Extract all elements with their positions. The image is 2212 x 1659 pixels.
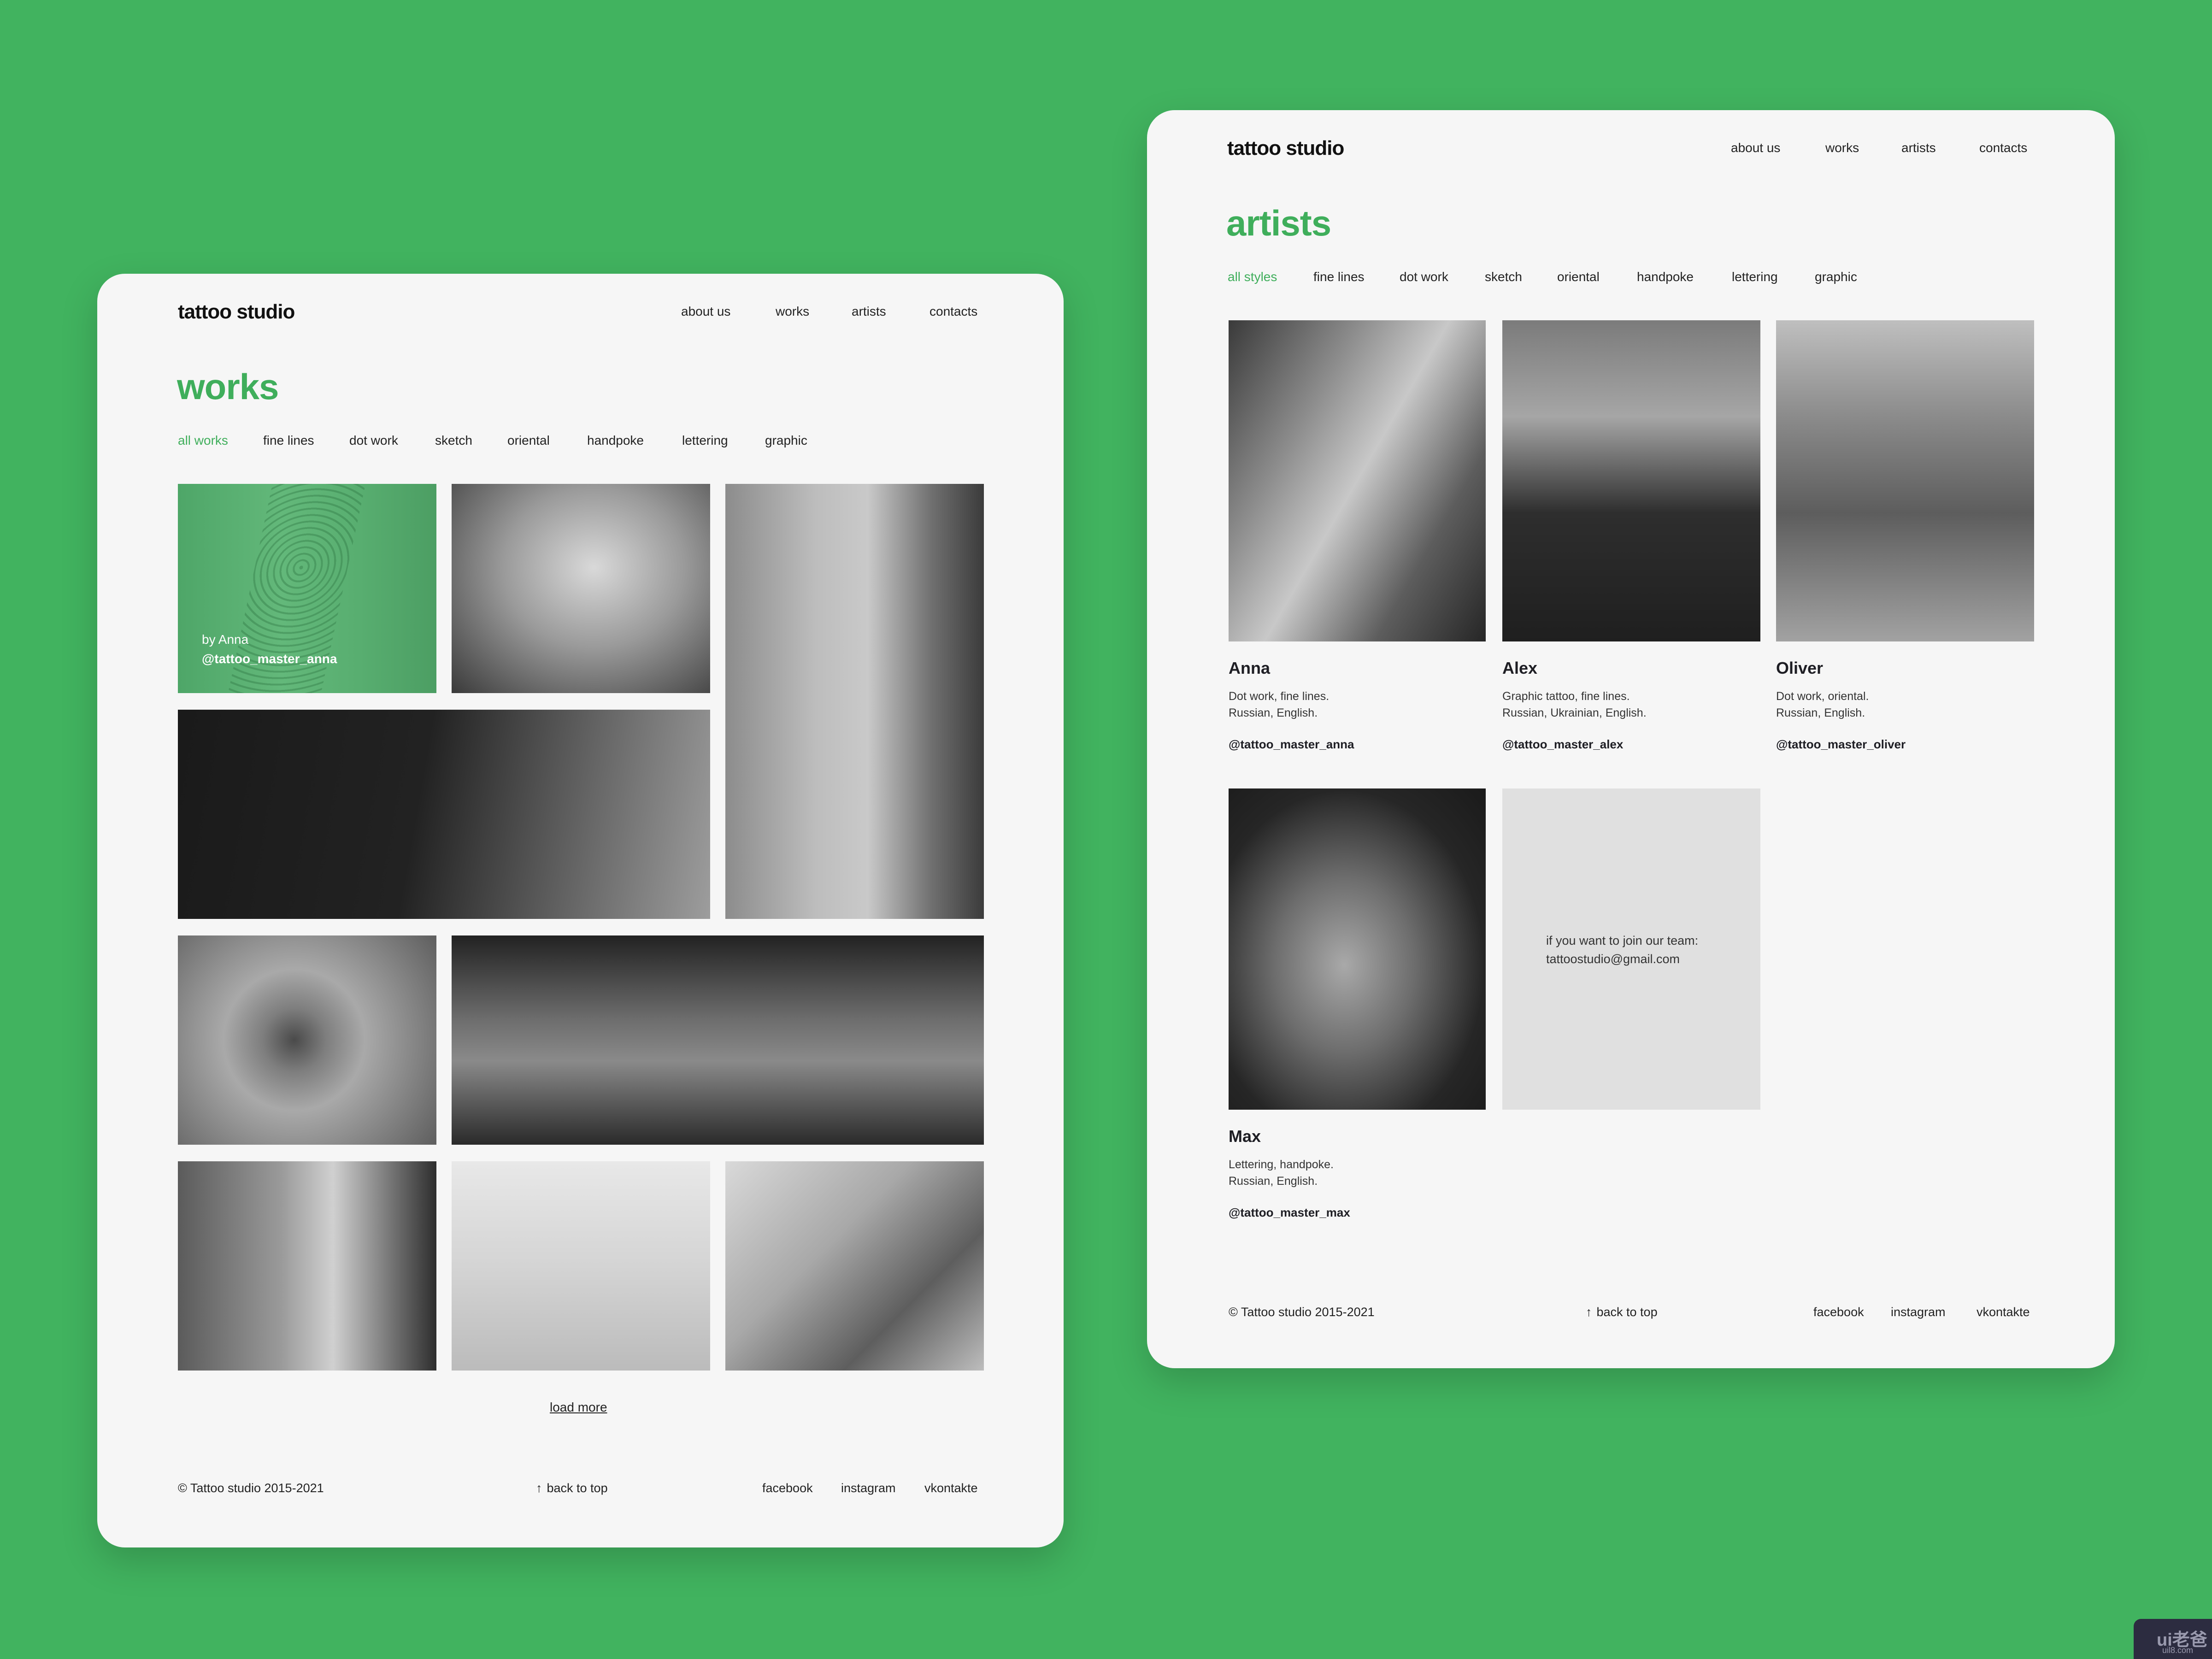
filter-lettering[interactable]: lettering [682,433,728,448]
join-team-text: if you want to join our team: tattoostud… [1546,931,1698,968]
artist-handle[interactable]: @tattoo_master_oliver [1776,737,1906,752]
nav-artists[interactable]: artists [1901,141,1936,155]
back-to-top-link[interactable]: ↑ back to top [1586,1305,1658,1319]
nav-works[interactable]: works [1825,141,1859,155]
back-to-top-link[interactable]: ↑ back to top [536,1481,608,1495]
artists-page-card: tattoo studio about us works artists con… [1147,110,2115,1368]
filter-graphic[interactable]: graphic [765,433,807,448]
works-page-card: tattoo studio about us works artists con… [97,274,1064,1547]
filter-all-styles[interactable]: all styles [1228,270,1277,284]
filter-sketch[interactable]: sketch [435,433,472,448]
join-team-tile: if you want to join our team: tattoostud… [1502,788,1760,1110]
page-title: works [177,366,279,407]
artist-photo[interactable] [1229,320,1486,641]
logo[interactable]: tattoo studio [1227,137,1344,160]
filter-dot-work[interactable]: dot work [349,433,398,448]
filter-lettering[interactable]: lettering [1732,270,1778,284]
artist-languages: Russian, English. [1229,1175,1318,1188]
copyright: © Tattoo studio 2015-2021 [178,1481,324,1495]
artist-name: Max [1229,1127,1261,1146]
gallery-item-author: by Anna [202,632,249,647]
gallery-item-mandala-hand[interactable] [178,935,436,1145]
artist-name: Anna [1229,659,1270,677]
nav-about-us[interactable]: about us [1731,141,1780,155]
artist-handle[interactable]: @tattoo_master_alex [1502,737,1623,752]
watermark-url: uil8.com [2162,1646,2194,1655]
nav-contacts[interactable]: contacts [1979,141,2027,155]
artist-languages: Russian, English. [1229,706,1318,719]
artist-styles: Lettering, handpoke. [1229,1158,1334,1171]
artist-name: Alex [1502,659,1538,677]
vkontakte-link[interactable]: vkontakte [924,1481,978,1495]
artist-styles: Dot work, oriental. [1776,690,1869,703]
gallery-item-floral-thigh[interactable] [725,1161,984,1371]
gallery-item-music-lettering[interactable] [452,935,984,1145]
page-title: artists [1226,203,1331,243]
arrow-up-icon: ↑ [536,1481,542,1495]
gallery-item-lace-shoulder[interactable] [178,710,710,919]
nav-works[interactable]: works [776,304,809,319]
vkontakte-link[interactable]: vkontakte [1977,1305,2030,1319]
arrow-up-icon: ↑ [1586,1305,1592,1319]
filter-fine-lines[interactable]: fine lines [1313,270,1365,284]
watermark-badge: ui老爸 uil8.com [2134,1619,2212,1659]
back-to-top-label: back to top [1596,1305,1658,1319]
filter-graphic[interactable]: graphic [1815,270,1857,284]
back-to-top-label: back to top [547,1481,608,1495]
filter-sketch[interactable]: sketch [1485,270,1522,284]
nav-artists[interactable]: artists [852,304,886,319]
nav-contacts[interactable]: contacts [930,304,977,319]
instagram-link[interactable]: instagram [1891,1305,1946,1319]
artist-handle[interactable]: @tattoo_master_anna [1229,737,1354,752]
gallery-item-handle[interactable]: @tattoo_master_anna [202,652,337,666]
filter-all-works[interactable]: all works [178,433,228,448]
artist-languages: Russian, Ukrainian, English. [1502,706,1647,719]
join-team-email[interactable]: tattoostudio@gmail.com [1546,950,1698,968]
artist-styles: Dot work, fine lines. [1229,690,1330,703]
gallery-item-mandala-back[interactable] [178,1161,436,1371]
filter-fine-lines[interactable]: fine lines [263,433,314,448]
artist-photo[interactable] [1776,320,2034,641]
join-team-line: if you want to join our team: [1546,934,1699,947]
gallery-item-dreamcatcher[interactable] [452,484,710,693]
gallery-item-henna-arm[interactable]: by Anna @tattoo_master_anna [178,484,436,693]
facebook-link[interactable]: facebook [1813,1305,1864,1319]
filter-dot-work[interactable]: dot work [1400,270,1448,284]
filter-oriental[interactable]: oriental [1557,270,1600,284]
copyright: © Tattoo studio 2015-2021 [1229,1305,1375,1319]
gallery-item-wrist[interactable] [452,1161,710,1371]
facebook-link[interactable]: facebook [762,1481,813,1495]
instagram-link[interactable]: instagram [841,1481,896,1495]
gallery-item-floral-forearm[interactable] [725,484,984,919]
load-more-link[interactable]: load more [550,1400,607,1415]
filter-oriental[interactable]: oriental [507,433,550,448]
artist-languages: Russian, English. [1776,706,1865,719]
logo[interactable]: tattoo studio [178,300,295,324]
artist-photo[interactable] [1229,788,1486,1110]
nav-about-us[interactable]: about us [681,304,730,319]
filter-handpoke[interactable]: handpoke [587,433,644,448]
artist-name: Oliver [1776,659,1824,677]
artist-styles: Graphic tattoo, fine lines. [1502,690,1630,703]
filter-handpoke[interactable]: handpoke [1637,270,1694,284]
artist-handle[interactable]: @tattoo_master_max [1229,1206,1350,1220]
artist-photo[interactable] [1502,320,1760,641]
